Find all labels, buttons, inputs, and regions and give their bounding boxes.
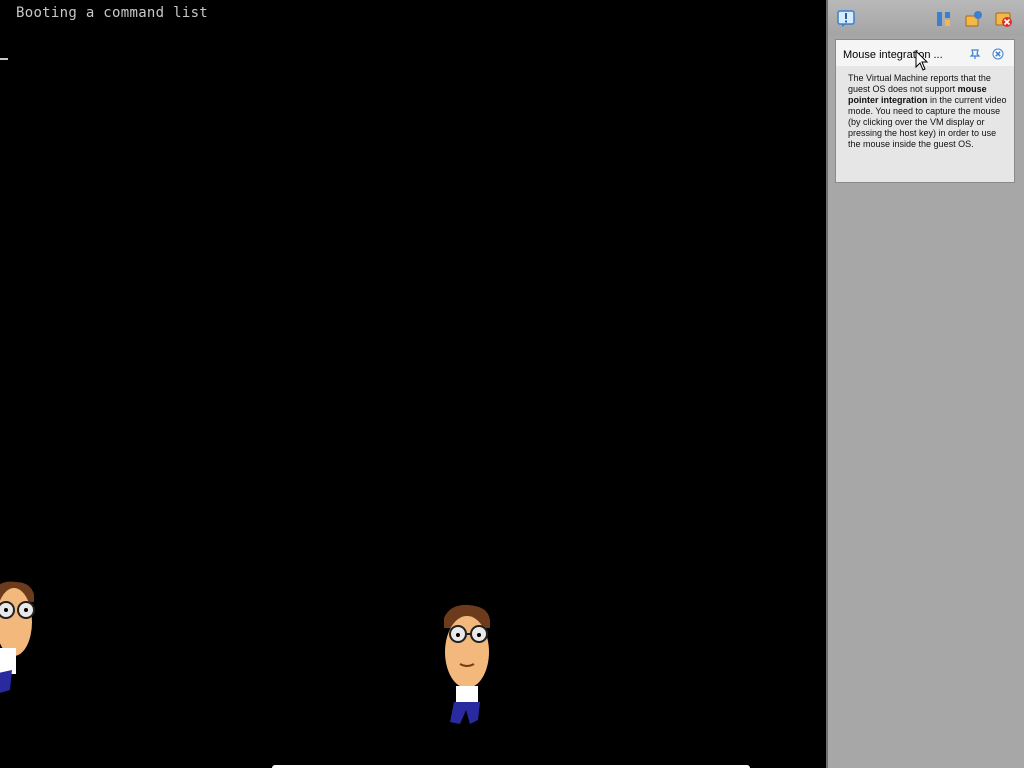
character-sprite-left: [0, 581, 35, 693]
character-sprite-center: [444, 604, 490, 724]
boot-message: Booting a command list: [16, 5, 209, 21]
notification-message: The Virtual Machine reports that the gue…: [848, 73, 1010, 150]
layout-split-icon[interactable]: [934, 9, 954, 29]
pin-icon[interactable]: [969, 48, 981, 60]
exclamation-bubble-icon[interactable]: [836, 9, 856, 29]
vm-display[interactable]: Booting a command list: [0, 0, 826, 768]
text-cursor: [0, 58, 8, 60]
notification-toolbar: [828, 0, 1024, 36]
close-icon[interactable]: [992, 48, 1004, 60]
mouse-pointer-icon: [915, 50, 929, 71]
notification-center-panel: Mouse integration ... The Virtual Machin…: [826, 0, 1024, 768]
close-all-messages-icon[interactable]: [994, 9, 1014, 29]
pin-message-icon[interactable]: [964, 9, 984, 29]
